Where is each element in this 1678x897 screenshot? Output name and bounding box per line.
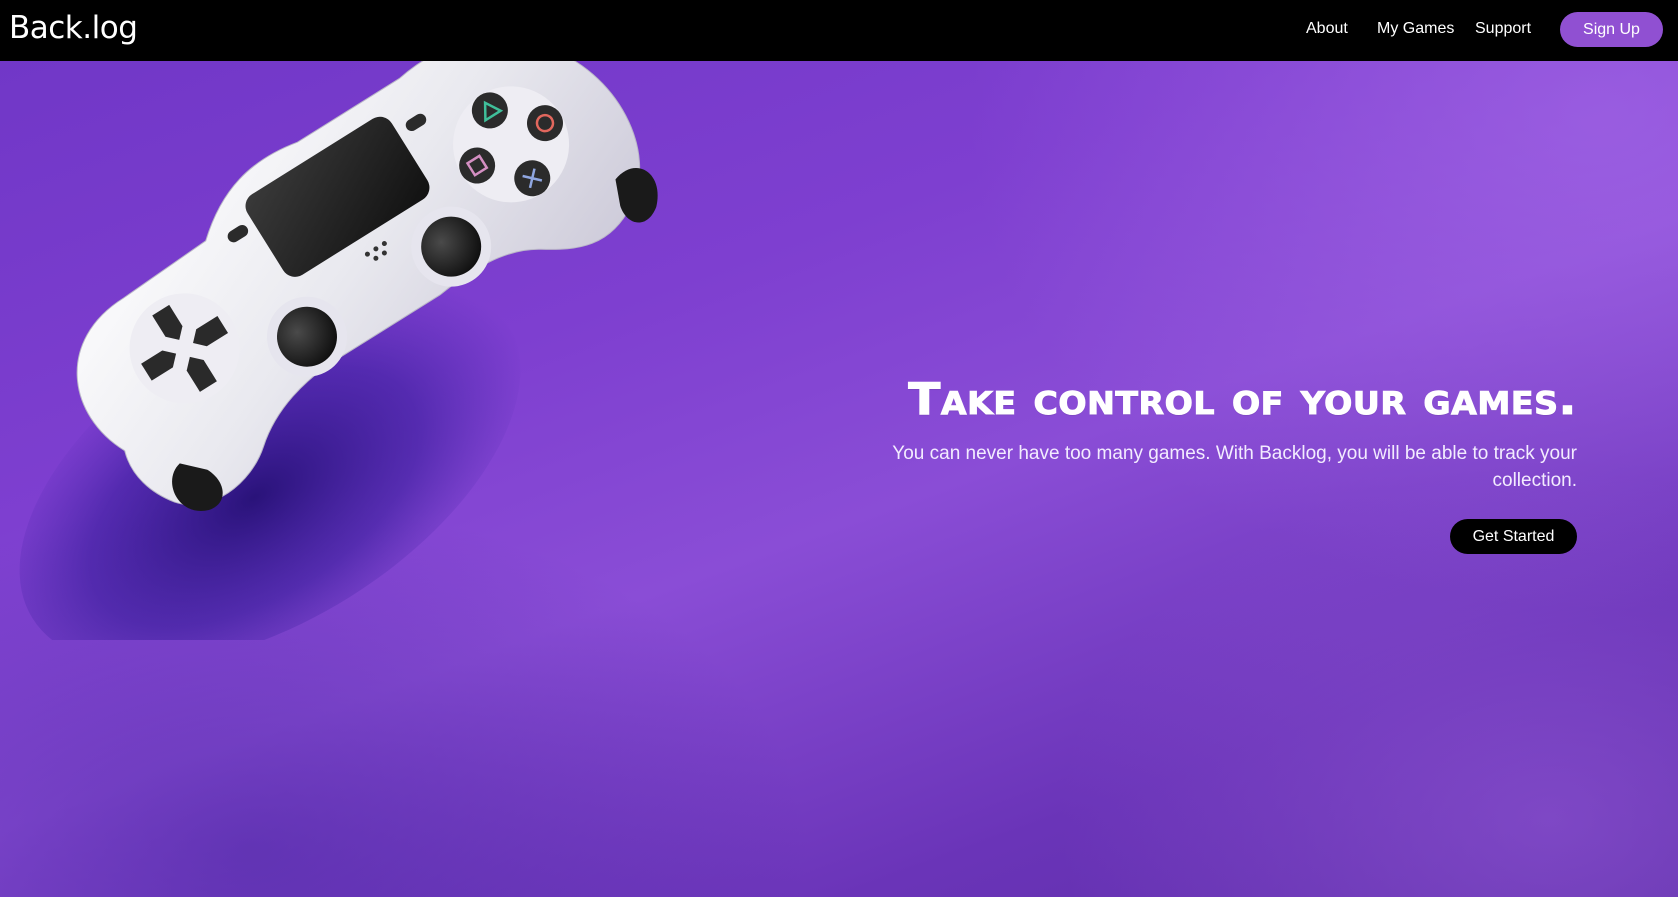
landing-page: Back.log About My Games Support Sign Up … [0,0,1678,897]
game-controller-image [19,37,658,640]
sign-up-button[interactable]: Sign Up [1560,12,1663,47]
nav-link-support[interactable]: Support [1475,19,1531,39]
top-navbar: Back.log About My Games Support Sign Up [0,0,1678,61]
brand-logo[interactable]: Back.log [9,8,138,48]
get-started-button[interactable]: Get Started [1450,519,1577,554]
hero-title: Take control of your games. [908,374,1577,426]
nav-link-about[interactable]: About [1306,19,1348,39]
nav-link-my-games[interactable]: My Games [1377,19,1454,39]
hero-subtitle: You can never have too many games. With … [892,443,1577,491]
